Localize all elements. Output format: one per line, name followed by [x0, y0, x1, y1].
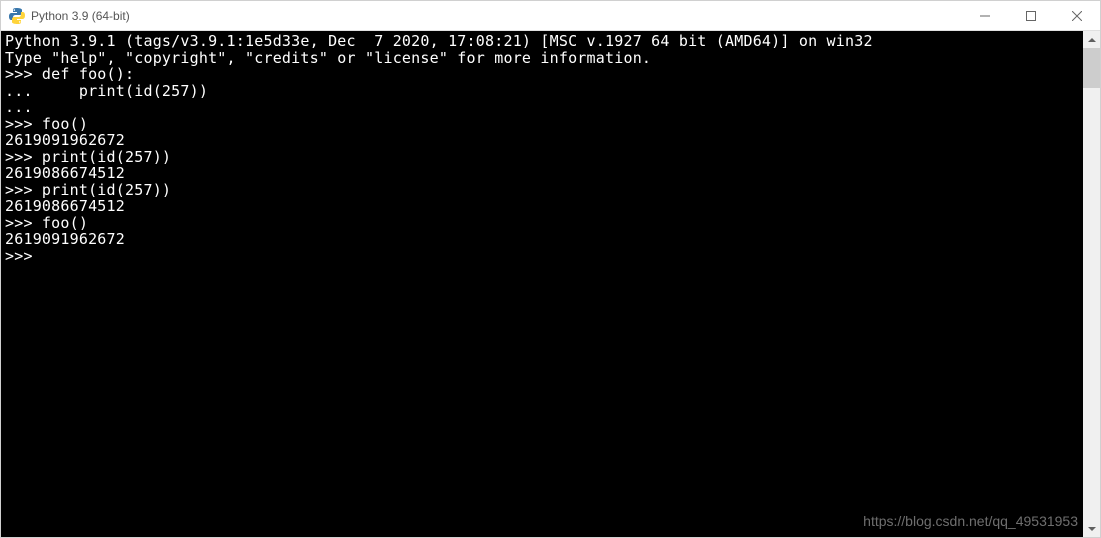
vertical-scrollbar[interactable] [1083, 31, 1100, 537]
terminal-line: Python 3.9.1 (tags/v3.9.1:1e5d33e, Dec 7… [5, 33, 1079, 50]
minimize-button[interactable] [962, 1, 1008, 30]
scroll-up-arrow[interactable] [1083, 31, 1100, 48]
terminal-line: >>> foo() [5, 215, 1079, 232]
terminal-line: >>> [5, 248, 1079, 265]
terminal-line: 2619091962672 [5, 132, 1079, 149]
terminal-line: 2619086674512 [5, 165, 1079, 182]
close-button[interactable] [1054, 1, 1100, 30]
terminal-line: ... print(id(257)) [5, 83, 1079, 100]
scroll-thumb[interactable] [1083, 48, 1100, 88]
terminal-line: Type "help", "copyright", "credits" or "… [5, 50, 1079, 67]
scroll-down-arrow[interactable] [1083, 520, 1100, 537]
terminal-line: >>> print(id(257)) [5, 182, 1079, 199]
window-title: Python 3.9 (64-bit) [31, 9, 962, 23]
terminal-line: 2619091962672 [5, 231, 1079, 248]
terminal-line: >>> def foo(): [5, 66, 1079, 83]
terminal-line: >>> foo() [5, 116, 1079, 133]
terminal-line: ... [5, 99, 1079, 116]
terminal-content[interactable]: Python 3.9.1 (tags/v3.9.1:1e5d33e, Dec 7… [1, 31, 1083, 537]
titlebar[interactable]: Python 3.9 (64-bit) [1, 1, 1100, 31]
maximize-button[interactable] [1008, 1, 1054, 30]
terminal-line: >>> print(id(257)) [5, 149, 1079, 166]
application-window: Python 3.9 (64-bit) Python 3.9.1 (tags/v… [0, 0, 1101, 538]
python-icon [9, 8, 25, 24]
window-controls [962, 1, 1100, 30]
scroll-track[interactable] [1083, 48, 1100, 520]
terminal-line: 2619086674512 [5, 198, 1079, 215]
terminal-area: Python 3.9.1 (tags/v3.9.1:1e5d33e, Dec 7… [1, 31, 1100, 537]
